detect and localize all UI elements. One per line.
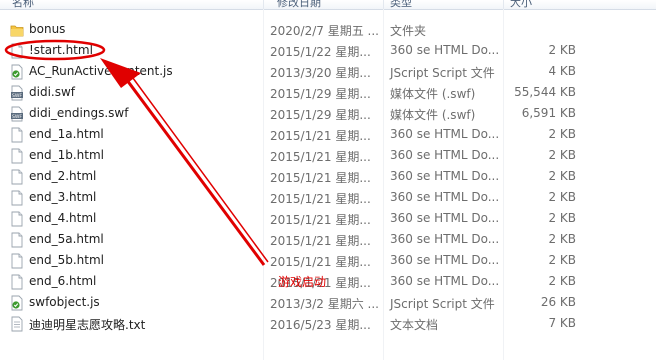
column-divider[interactable] <box>503 0 504 9</box>
file-date: 2015/1/21 星期... <box>270 150 371 164</box>
file-name[interactable]: swfobject.js <box>29 295 100 309</box>
column-header-date[interactable]: 修改日期 <box>277 0 321 9</box>
file-size: 2 KB <box>548 232 576 246</box>
file-type: 360 se HTML Do... <box>390 211 500 225</box>
html-file-icon <box>10 148 24 164</box>
file-name[interactable]: !start.html <box>29 43 93 57</box>
file-row[interactable]: end_1b.html 2015/1/21 星期... 360 se HTML Do… <box>0 145 656 166</box>
file-row[interactable]: end_6.html 2015/1/21 星期... 360 se HTML Do.… <box>0 271 656 292</box>
file-type: 360 se HTML Do... <box>390 148 500 162</box>
file-size: 2 KB <box>548 253 576 267</box>
svg-text:SWF: SWF <box>12 114 22 120</box>
column-header-size[interactable]: 大小 <box>510 0 532 9</box>
file-row[interactable]: end_5b.html 2015/1/21 星期... 360 se HTML Do… <box>0 250 656 271</box>
file-type: JScript Script 文件 <box>390 66 495 80</box>
html-file-icon <box>10 253 24 269</box>
column-header-type[interactable]: 类型 <box>390 0 412 9</box>
html-file-icon <box>10 211 24 227</box>
file-name[interactable]: AC_RunActiveContent.js <box>29 64 173 78</box>
file-type: 360 se HTML Do... <box>390 43 500 57</box>
file-date: 2016/5/23 星期... <box>270 318 371 332</box>
file-row[interactable]: end_2.html 2015/1/21 星期... 360 se HTML Do.… <box>0 166 656 187</box>
file-name[interactable]: end_1a.html <box>29 127 104 141</box>
txt-file-icon <box>10 316 24 332</box>
file-row[interactable]: SWF didi_endings.swf 2015/1/29 星期... 媒体文件 (… <box>0 103 656 124</box>
file-row[interactable]: end_4.html 2015/1/21 星期... 360 se HTML Do.… <box>0 208 656 229</box>
file-date: 2020/2/7 星期五 ... <box>270 24 379 38</box>
file-date: 2015/1/21 星期... <box>270 213 371 227</box>
file-type: 360 se HTML Do... <box>390 190 500 204</box>
file-type: 360 se HTML Do... <box>390 127 500 141</box>
file-row[interactable]: end_1a.html 2015/1/21 星期... 360 se HTML Do… <box>0 124 656 145</box>
file-name[interactable]: end_2.html <box>29 169 96 183</box>
file-name[interactable]: end_1b.html <box>29 148 104 162</box>
annotation-note: 游戏启动 <box>278 275 327 289</box>
file-size: 2 KB <box>548 211 576 225</box>
column-header: 名称 修改日期 类型 大小 <box>0 0 656 10</box>
file-size: 2 KB <box>548 190 576 204</box>
file-date: 2013/3/20 星期... <box>270 66 371 80</box>
file-row[interactable]: end_3.html 2015/1/21 星期... 360 se HTML Do.… <box>0 187 656 208</box>
file-name[interactable]: end_6.html <box>29 274 96 288</box>
file-date: 2015/1/21 星期... <box>270 171 371 185</box>
folder-icon <box>10 22 24 38</box>
html-file-icon <box>10 232 24 248</box>
file-row[interactable]: bonus 2020/2/7 星期五 ... 文件夹 <box>0 19 656 40</box>
file-name[interactable]: bonus <box>29 22 65 36</box>
file-type: 媒体文件 (.swf) <box>390 108 476 122</box>
file-size: 2 KB <box>548 169 576 183</box>
column-divider[interactable] <box>383 0 384 9</box>
file-name[interactable]: 迪迪明星志愿攻略.txt <box>29 316 145 333</box>
swf-file-icon: SWF <box>10 85 24 101</box>
file-date: 2015/1/21 星期... <box>270 192 371 206</box>
file-type: 媒体文件 (.swf) <box>390 87 476 101</box>
html-file-icon <box>10 169 24 185</box>
file-date: 2015/1/21 星期... <box>270 234 371 248</box>
file-type: JScript Script 文件 <box>390 297 495 311</box>
file-date: 2015/1/21 星期... <box>270 129 371 143</box>
file-size: 4 KB <box>548 64 576 78</box>
file-size: 7 KB <box>548 316 576 330</box>
file-type: 360 se HTML Do... <box>390 232 500 246</box>
file-size: 55,544 KB <box>514 85 576 99</box>
file-date: 2015/1/22 星期... <box>270 45 371 59</box>
js-file-icon <box>10 295 24 311</box>
file-type: 360 se HTML Do... <box>390 274 500 288</box>
file-size: 2 KB <box>548 43 576 57</box>
file-row[interactable]: 迪迪明星志愿攻略.txt 2016/5/23 星期... 文本文档 7 KB <box>0 313 656 334</box>
file-name[interactable]: end_5a.html <box>29 232 104 246</box>
file-name[interactable]: didi_endings.swf <box>29 106 128 120</box>
column-header-name[interactable]: 名称 <box>12 0 34 9</box>
file-size: 26 KB <box>540 295 576 309</box>
file-row[interactable]: !start.html 2015/1/22 星期... 360 se HTML Do… <box>0 40 656 61</box>
file-row[interactable]: SWF didi.swf 2015/1/29 星期... 媒体文件 (.swf) 55,… <box>0 82 656 103</box>
file-type: 文本文档 <box>390 318 439 332</box>
file-name[interactable]: end_4.html <box>29 211 96 225</box>
swf-file-icon: SWF <box>10 106 24 122</box>
html-file-icon <box>10 190 24 206</box>
file-type: 360 se HTML Do... <box>390 169 500 183</box>
file-name[interactable]: didi.swf <box>29 85 75 99</box>
file-date: 2015/1/21 星期... <box>270 255 371 269</box>
file-row[interactable]: swfobject.js 2013/3/2 星期六 ... JScript Scri… <box>0 292 656 313</box>
file-row[interactable]: end_5a.html 2015/1/21 星期... 360 se HTML Do… <box>0 229 656 250</box>
file-size: 2 KB <box>548 127 576 141</box>
file-size: 2 KB <box>548 274 576 288</box>
file-date: 2015/1/29 星期... <box>270 108 371 122</box>
file-row[interactable]: AC_RunActiveContent.js 2013/3/20 星期... JSc… <box>0 61 656 82</box>
js-file-icon <box>10 64 24 80</box>
file-size: 6,591 KB <box>521 106 576 120</box>
file-size: 2 KB <box>548 148 576 162</box>
svg-text:SWF: SWF <box>12 93 22 99</box>
html-file-icon <box>10 43 24 59</box>
file-type: 360 se HTML Do... <box>390 253 500 267</box>
html-file-icon <box>10 274 24 290</box>
file-type: 文件夹 <box>390 24 427 38</box>
file-name[interactable]: end_3.html <box>29 190 96 204</box>
column-divider[interactable] <box>263 0 264 9</box>
html-file-icon <box>10 127 24 143</box>
file-name[interactable]: end_5b.html <box>29 253 104 267</box>
file-date: 2015/1/29 星期... <box>270 87 371 101</box>
file-date: 2013/3/2 星期六 ... <box>270 297 379 311</box>
